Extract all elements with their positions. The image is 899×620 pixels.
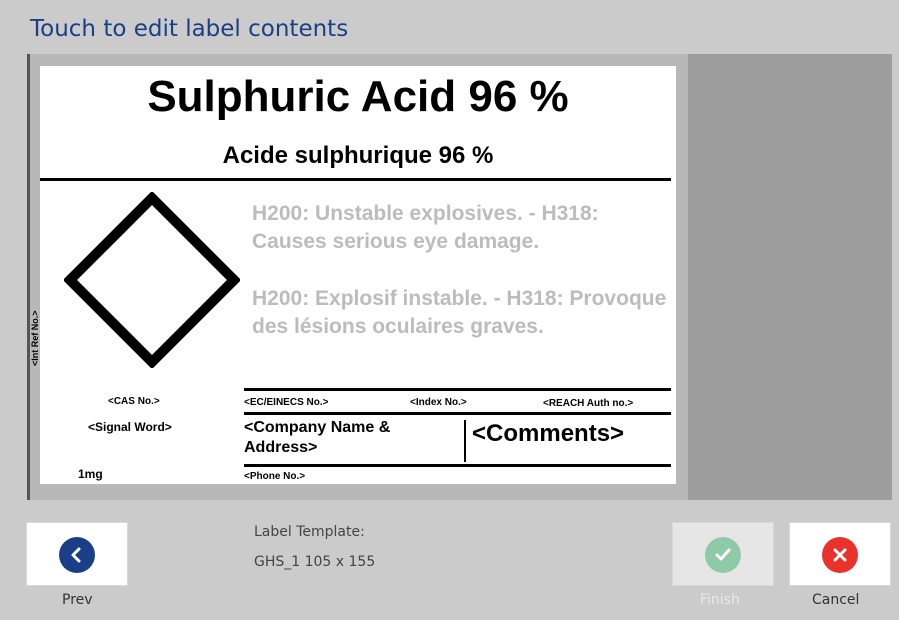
template-name: GHS_1 105 x 155 [254,554,376,570]
close-icon [822,537,858,573]
divider [244,388,671,391]
divider [244,412,671,415]
canvas-side-panel [688,54,892,500]
cas-field[interactable]: <CAS No.> [108,396,160,407]
signal-word-field[interactable]: <Signal Word> [88,420,172,434]
prev-button[interactable] [26,522,128,586]
hazard-statement-en[interactable]: H200: Unstable explosives. - H318: Cause… [252,200,672,256]
template-heading: Label Template: [254,524,365,540]
phone-field[interactable]: <Phone No.> [244,471,305,482]
label-preview[interactable]: Sulphuric Acid 96 % Acide sulphurique 96… [30,66,676,484]
label-title[interactable]: Sulphuric Acid 96 % [40,72,676,122]
index-field[interactable]: <Index No.> [410,397,467,408]
quantity-field[interactable]: 1mg [78,467,103,481]
check-icon [705,537,741,573]
divider [244,464,671,467]
cancel-label: Cancel [812,592,860,608]
finish-button[interactable] [672,522,774,586]
cancel-button[interactable] [789,522,891,586]
ghs-pictogram[interactable] [62,190,242,370]
comments-field[interactable]: <Comments> [472,420,624,448]
ec-einecs-field[interactable]: <EC/EINECS No.> [244,397,328,408]
label-subtitle[interactable]: Acide sulphurique 96 % [40,142,676,170]
int-ref-field[interactable]: <Int Ref No.> [30,310,40,366]
divider [464,420,466,462]
divider [40,178,671,181]
prev-label: Prev [62,592,93,608]
page-title: Touch to edit label contents [30,16,349,42]
company-field[interactable]: <Company Name & Address> [244,418,464,458]
hazard-statement-fr[interactable]: H200: Explosif instable. - H318: Provoqu… [252,285,672,341]
reach-field[interactable]: <REACH Auth no.> [543,398,633,409]
chevron-left-icon [59,537,95,573]
finish-label: Finish [700,592,740,608]
